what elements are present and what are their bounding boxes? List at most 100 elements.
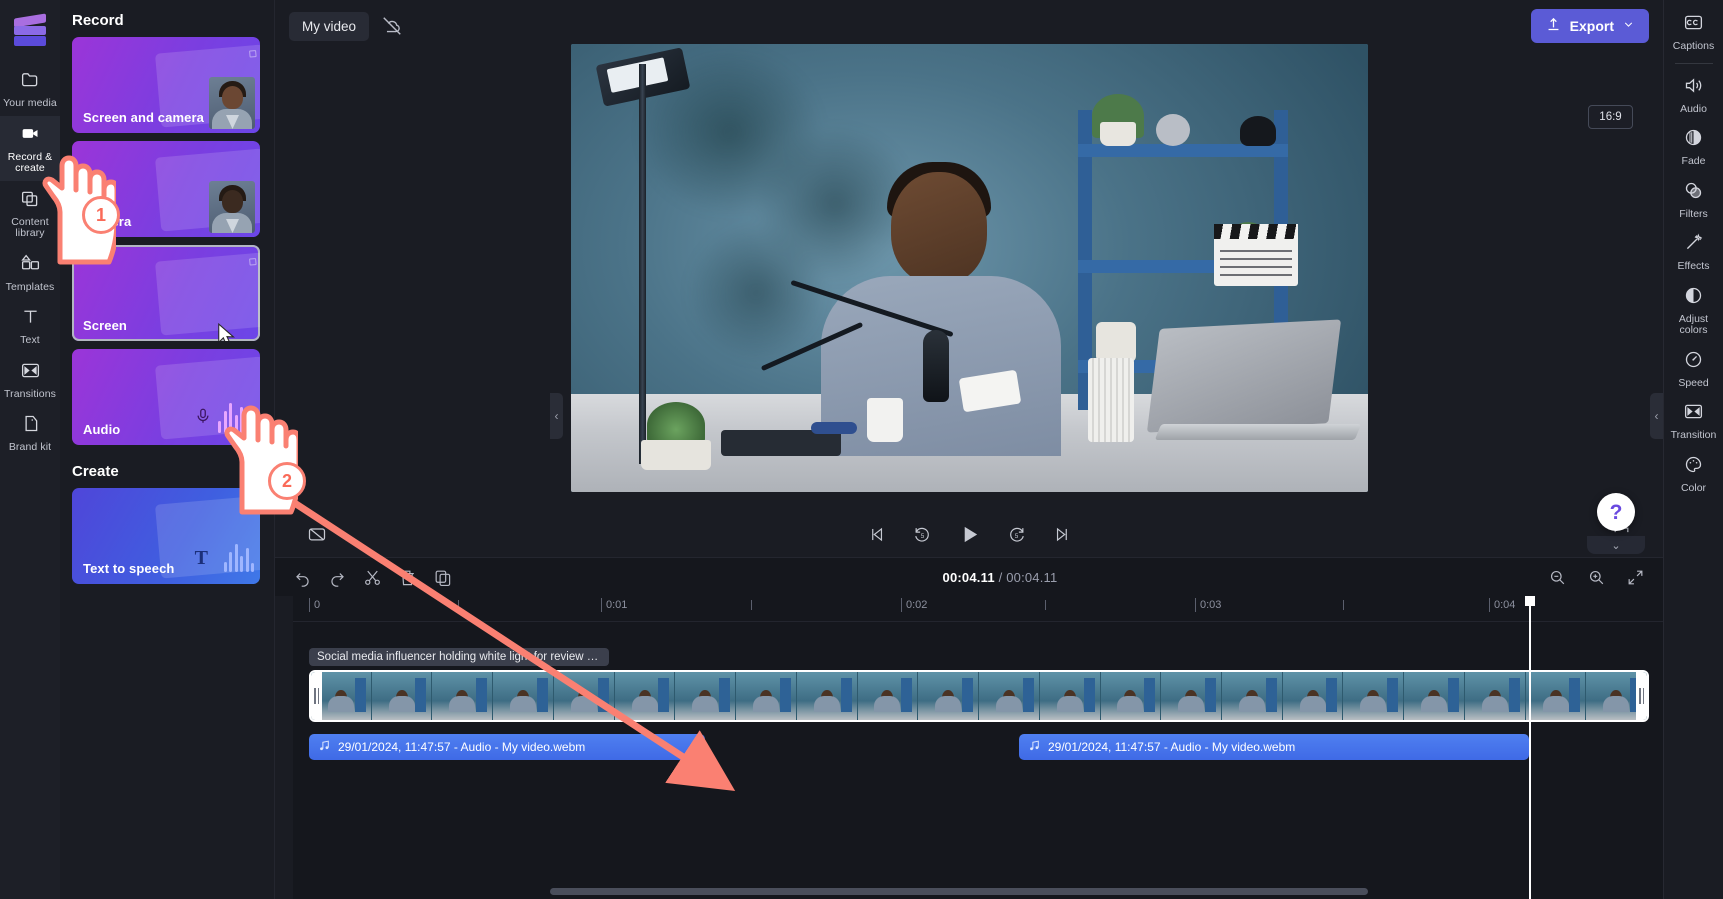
sidebar-item-brand-kit[interactable]: Brand kit xyxy=(0,406,60,460)
player-controls: 5 5 xyxy=(275,511,1663,557)
video-clip-title-badge: Social media influencer holding white li… xyxy=(309,648,609,666)
contrast-icon xyxy=(1683,285,1704,311)
play-button[interactable] xyxy=(954,519,985,550)
audio-clip[interactable]: 29/01/2024, 11:47:57 - Audio - My video.… xyxy=(1019,734,1529,760)
current-time: 00:04.11 xyxy=(942,569,995,585)
forward-5s-button[interactable]: 5 xyxy=(1003,521,1030,548)
ruler-tick-label: 0:03 xyxy=(1200,599,1222,611)
panel-heading-record: Record xyxy=(72,12,124,29)
svg-text:5: 5 xyxy=(920,533,924,540)
skip-to-start-button[interactable] xyxy=(864,521,891,548)
timeline-tracks[interactable]: 0 0:01 0:02 0:03 0:04 Social media influ… xyxy=(293,596,1663,899)
collapse-left-panel-button[interactable]: ‹ xyxy=(550,393,563,439)
timeline-ruler[interactable]: 0 0:01 0:02 0:03 0:04 xyxy=(293,596,1663,622)
chevron-down-icon xyxy=(1622,18,1635,34)
speedometer-icon xyxy=(1683,349,1704,375)
transitions-icon xyxy=(20,360,41,386)
zoom-in-button[interactable] xyxy=(1583,564,1610,591)
card-label: Text to speech xyxy=(83,561,175,576)
tool-speed[interactable]: Speed xyxy=(1664,342,1723,395)
tool-label: Adjust colors xyxy=(1678,312,1709,336)
tool-captions[interactable]: Captions xyxy=(1664,5,1723,58)
timeline-horizontal-scrollbar[interactable] xyxy=(550,888,1649,895)
captions-off-button[interactable] xyxy=(303,520,331,548)
sidebar-item-transitions[interactable]: Transitions xyxy=(0,353,60,407)
delete-button[interactable] xyxy=(394,564,421,591)
card-label: Audio xyxy=(83,422,121,437)
ruler-tick-label: 0 xyxy=(314,599,321,611)
duplicate-button[interactable] xyxy=(429,564,456,591)
step-badge-1: 1 xyxy=(82,196,120,234)
project-title[interactable]: My video xyxy=(289,11,370,41)
expand-panel-tab[interactable]: ⌄ xyxy=(1587,536,1645,554)
fit-to-screen-button[interactable] xyxy=(1622,564,1649,591)
preview-stage: 16:9 xyxy=(275,44,1663,511)
sidebar-item-label: Text xyxy=(20,334,40,346)
fade-icon xyxy=(1683,127,1704,153)
sidebar-item-label: Brand kit xyxy=(8,441,52,453)
clip-trim-handle-left[interactable] xyxy=(311,672,322,720)
redo-button[interactable] xyxy=(324,564,351,591)
filters-icon xyxy=(1683,180,1704,206)
left-navigation-rail: Your media Record & create Content libra… xyxy=(0,0,60,899)
video-preview[interactable] xyxy=(570,44,1368,492)
skip-to-end-button[interactable] xyxy=(1048,521,1075,548)
tool-filters[interactable]: Filters xyxy=(1664,173,1723,226)
tool-effects[interactable]: Effects xyxy=(1664,225,1723,278)
transition-icon xyxy=(1683,401,1704,427)
timeline-body[interactable]: 0 0:01 0:02 0:03 0:04 Social media influ… xyxy=(275,596,1663,899)
aspect-ratio-button[interactable]: 16:9 xyxy=(1588,105,1633,129)
magic-wand-icon xyxy=(1683,232,1704,258)
tool-transition[interactable]: Transition xyxy=(1664,394,1723,447)
step-badge-2: 2 xyxy=(268,462,306,500)
timeline-toolbar: 00:04.11 / 00:04.11 xyxy=(275,558,1663,596)
screen-and-camera-record-card[interactable]: Screen and camera xyxy=(72,37,260,133)
letter-t-icon: T xyxy=(194,547,208,569)
ruler-tick-label: 0:01 xyxy=(606,599,628,611)
screen-icon xyxy=(154,252,260,336)
split-button[interactable] xyxy=(359,564,386,591)
clip-thumbnails xyxy=(311,672,1647,720)
music-note-icon xyxy=(1028,739,1041,755)
sidebar-item-label: Transitions xyxy=(3,387,57,400)
clip-trim-handle-right[interactable] xyxy=(1636,672,1647,720)
audio-clip[interactable]: 29/01/2024, 11:47:57 - Audio - My video.… xyxy=(309,734,705,760)
music-note-icon xyxy=(318,739,331,755)
microphone-icon xyxy=(194,404,212,433)
sidebar-item-your-media[interactable]: Your media xyxy=(0,62,60,116)
video-clip[interactable] xyxy=(309,670,1649,722)
playhead[interactable] xyxy=(1525,596,1535,899)
tool-fade[interactable]: Fade xyxy=(1664,120,1723,173)
undo-button[interactable] xyxy=(289,564,316,591)
tool-audio[interactable]: Audio xyxy=(1664,68,1723,121)
tool-label: Effects xyxy=(1677,260,1710,272)
audio-clip-label: 29/01/2024, 11:47:57 - Audio - My video.… xyxy=(338,740,586,754)
audio-clip-label: 29/01/2024, 11:47:57 - Audio - My video.… xyxy=(1048,740,1296,754)
avatar xyxy=(209,181,255,233)
sidebar-item-text[interactable]: Text xyxy=(0,299,60,353)
sidebar-item-label: Templates xyxy=(5,280,55,293)
tool-label: Fade xyxy=(1681,155,1706,167)
main-area: My video Export 16:9 5 5 00:04.11 / 00:0… xyxy=(275,0,1663,899)
pointing-hand-cursor-2 xyxy=(220,400,302,521)
tool-label: Captions xyxy=(1672,40,1715,52)
tool-label: Speed xyxy=(1678,376,1709,389)
palette-icon xyxy=(1683,454,1704,480)
time-separator: / xyxy=(998,569,1003,585)
brand-kit-icon xyxy=(20,413,41,439)
speech-waveform-icon xyxy=(223,538,254,572)
total-time: 00:04.11 xyxy=(1006,569,1058,585)
zoom-out-button[interactable] xyxy=(1544,564,1571,591)
card-label: Screen and camera xyxy=(83,110,204,125)
timeline: 00:04.11 / 00:04.11 0 0:01 0:02 0:03 0:0… xyxy=(275,557,1663,899)
tool-adjust-colors[interactable]: Adjust colors xyxy=(1664,278,1723,342)
help-button[interactable]: ? xyxy=(1597,493,1635,531)
clipchamp-editor: Your media Record & create Content libra… xyxy=(0,0,1723,899)
rewind-5s-button[interactable]: 5 xyxy=(909,521,936,548)
question-mark-icon: ? xyxy=(1609,500,1623,524)
tool-color[interactable]: Color xyxy=(1664,447,1723,500)
avatar xyxy=(209,77,255,129)
cloud-off-icon[interactable] xyxy=(375,9,409,43)
export-button[interactable]: Export xyxy=(1530,9,1649,43)
collapse-right-panel-button[interactable]: ‹ xyxy=(1650,393,1663,439)
